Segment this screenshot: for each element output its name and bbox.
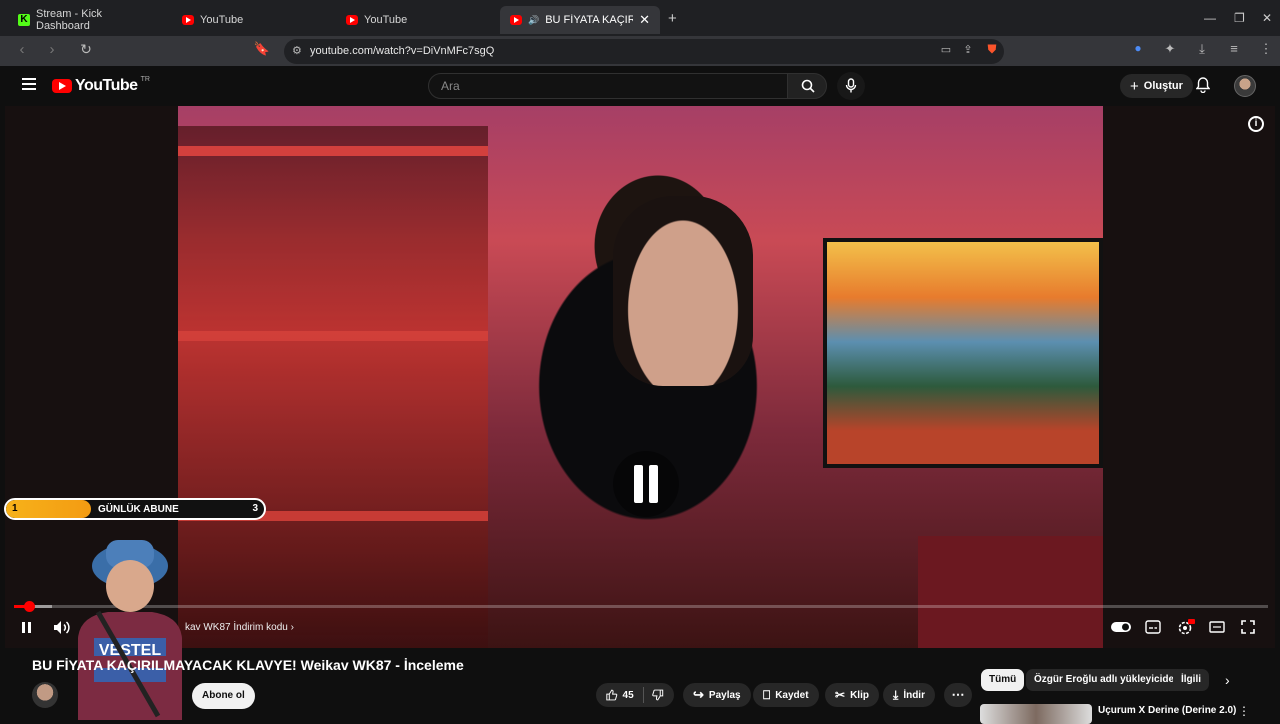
download-button[interactable]: ⤓ İndir <box>883 683 935 707</box>
chip-from-uploader[interactable]: Özgür Eroğlu adlı yükleyiciden <box>1026 669 1189 691</box>
info-icon[interactable]: i <box>1248 116 1264 132</box>
scene-shelf <box>178 126 488 648</box>
chevron-right-icon[interactable]: › <box>1225 672 1230 688</box>
pause-overlay-icon[interactable] <box>613 451 679 517</box>
scene-monitor <box>823 238 1103 468</box>
scene-person <box>613 196 753 386</box>
scene-desk <box>918 536 1103 648</box>
youtube-favicon-icon <box>510 15 522 25</box>
browser-toolbar: ‹ › ↻ 🔖 ⚙ youtube.com/watch?v=DiVnMFc7sg… <box>0 36 1280 66</box>
close-tab-icon[interactable]: ✕ <box>639 12 650 28</box>
youtube-header: YouTube TR + Oluştur <box>0 66 1280 106</box>
tab-label: YouTube <box>364 14 408 26</box>
streamer-cam-figure: VESTEL <box>78 540 182 720</box>
progress-scrubber[interactable] <box>24 601 36 612</box>
theater-mode-icon[interactable] <box>1209 620 1225 634</box>
youtube-favicon-icon <box>346 15 358 25</box>
audio-playing-icon: 🔊 <box>528 14 540 25</box>
thumbs-down-icon[interactable] <box>652 688 664 702</box>
search-input[interactable] <box>441 74 771 98</box>
more-actions-button[interactable]: ⋯ <box>944 683 972 707</box>
extensions-puzzle-icon[interactable]: ✦ <box>1160 41 1180 57</box>
youtube-play-logo-icon <box>52 79 72 93</box>
create-button[interactable]: + Oluştur <box>1120 74 1193 98</box>
channel-avatar[interactable] <box>32 682 58 708</box>
restore-icon[interactable]: ❐ <box>1234 11 1245 25</box>
fullscreen-icon[interactable] <box>1241 620 1255 634</box>
youtube-favicon-icon <box>182 15 194 25</box>
extension-blue-icon[interactable]: ● <box>1128 41 1148 55</box>
close-window-icon[interactable]: ✕ <box>1262 11 1272 25</box>
clip-button[interactable]: ✂ Klip <box>825 683 879 707</box>
search-box <box>428 73 788 99</box>
more-horizontal-icon: ⋯ <box>951 687 965 702</box>
progress-bar[interactable] <box>14 601 1268 612</box>
bookmark-icon[interactable]: 🔖 <box>252 41 272 57</box>
chip-related[interactable]: İlgili <box>1173 669 1209 691</box>
share-arrow-icon: ↪ <box>693 687 704 702</box>
tab-label: Stream - Kick Dashboard <box>36 8 103 32</box>
tab-youtube-1[interactable]: YouTube <box>172 6 332 34</box>
bookmark-save-icon: ⎕ <box>763 687 771 702</box>
search-button[interactable] <box>787 73 827 99</box>
youtube-logo[interactable]: YouTube TR <box>52 76 150 95</box>
goal-start-value: 1 <box>12 503 18 514</box>
settings-gear-icon[interactable] <box>1177 619 1195 636</box>
reload-icon[interactable]: ↻ <box>76 41 96 58</box>
account-avatar[interactable] <box>1234 75 1256 97</box>
chip-all[interactable]: Tümü <box>981 669 1025 691</box>
address-bar[interactable]: ⚙ youtube.com/watch?v=DiVnMFc7sgQ ▭ ⇪ ⛊ <box>284 39 1004 64</box>
autoplay-toggle-icon[interactable] <box>1110 621 1132 633</box>
site-info-icon[interactable]: ⚙ <box>292 44 302 57</box>
daily-subscriber-goal: 1 GÜNLÜK ABUNE 3 <box>4 498 266 520</box>
recommendation-thumbnail[interactable] <box>980 704 1092 724</box>
subscribe-button[interactable]: Abone ol <box>192 683 255 709</box>
cast-icon[interactable]: ▭ <box>936 43 956 56</box>
microphone-icon <box>845 78 857 93</box>
tab-youtube-2[interactable]: YouTube <box>336 6 496 34</box>
subtitles-icon[interactable] <box>1145 620 1161 634</box>
new-tab-icon[interactable]: + <box>668 10 677 27</box>
hamburger-menu-icon[interactable] <box>22 78 36 90</box>
tab-active-video[interactable]: 🔊 BU FİYATA KAÇIRILMAYACA ✕ <box>500 6 660 34</box>
voice-search-button[interactable] <box>837 72 865 100</box>
kick-icon: K <box>18 14 30 26</box>
save-button[interactable]: ⎕ Kaydet <box>753 683 819 707</box>
download-arrow-icon: ⤓ <box>893 687 899 702</box>
goal-count: 3 <box>252 503 258 514</box>
share-button[interactable]: ↪ Paylaş <box>683 683 751 707</box>
browser-menu-icon[interactable]: ⋮ <box>1256 41 1276 57</box>
recommendation-title[interactable]: Uçurum X Derine (Derine 2.0) <box>1098 705 1236 716</box>
forward-icon[interactable]: › <box>42 41 62 58</box>
tab-label: BU FİYATA KAÇIRILMAYACA <box>545 14 634 26</box>
like-count[interactable]: 45 <box>623 690 634 701</box>
minimize-icon[interactable]: — <box>1204 11 1216 25</box>
playlist-icon[interactable]: ≡ <box>1224 41 1244 56</box>
back-icon[interactable]: ‹ <box>12 41 32 58</box>
browser-tab-strip: K Stream - Kick Dashboard YouTube YouTub… <box>0 0 1280 36</box>
goal-label: GÜNLÜK ABUNE <box>98 504 179 515</box>
search-icon <box>801 79 815 93</box>
share-icon[interactable]: ⇪ <box>958 43 978 56</box>
video-frame <box>178 106 1103 648</box>
download-icon[interactable]: ⤓ <box>1192 41 1212 57</box>
plus-icon: + <box>1130 77 1139 95</box>
tab-kick-dashboard[interactable]: K Stream - Kick Dashboard <box>8 6 168 34</box>
like-dislike-group: 45 <box>596 683 674 707</box>
more-vertical-icon[interactable]: ⋮ <box>1238 704 1250 718</box>
chapter-title[interactable]: kav WK87 İndirim kodu › <box>185 622 294 633</box>
url-text[interactable]: youtube.com/watch?v=DiVnMFc7sgQ <box>310 45 494 57</box>
scissors-icon: ✂ <box>835 688 846 702</box>
goal-progress-fill <box>6 500 92 518</box>
notifications-bell-icon[interactable] <box>1196 77 1210 93</box>
thumbs-up-icon[interactable] <box>606 688 618 702</box>
video-title: BU FİYATA KAÇIRILMAYACAK KLAVYE! Weikav … <box>32 657 464 673</box>
brave-shield-icon[interactable]: ⛊ <box>982 42 1002 57</box>
tab-label: YouTube <box>200 14 244 26</box>
pause-button[interactable] <box>20 620 34 635</box>
